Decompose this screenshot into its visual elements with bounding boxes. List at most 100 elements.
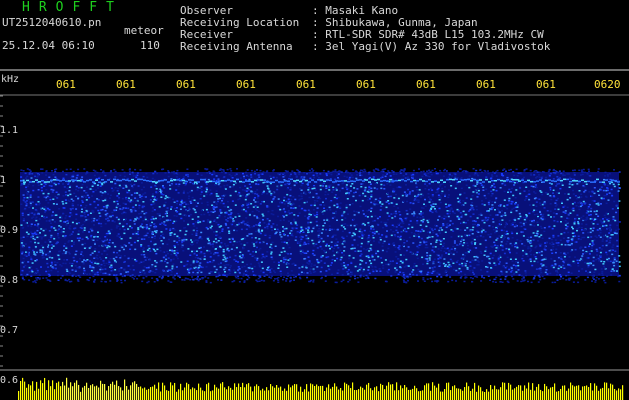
noise-pixel [189, 181, 192, 184]
noise-pixel [440, 239, 443, 242]
noise-pixel [511, 245, 514, 247]
noise-pixel [550, 183, 553, 185]
noise-pixel [539, 211, 541, 213]
noise-pixel [503, 232, 506, 235]
noise-pixel [224, 194, 227, 196]
noise-pixel [397, 207, 400, 209]
noise-pixel [439, 201, 442, 204]
noise-pixel [230, 248, 233, 250]
noise-pixel [28, 172, 31, 174]
noise-pixel [45, 199, 48, 202]
noise-pixel [130, 244, 133, 246]
noise-pixel [541, 193, 544, 196]
noise-pixel [239, 186, 242, 189]
noise-pixel [48, 256, 51, 259]
noise-pixel [217, 263, 220, 265]
noise-pixel [87, 279, 90, 282]
noise-pixel [186, 260, 189, 262]
noise-pixel [87, 210, 90, 212]
noise-pixel [606, 258, 609, 261]
noise-pixel [115, 216, 118, 219]
noise-pixel [44, 183, 47, 186]
noise-pixel [316, 196, 319, 199]
noise-pixel [402, 200, 405, 203]
noise-pixel [381, 249, 384, 252]
noise-pixel [367, 224, 370, 227]
noise-pixel [360, 183, 363, 185]
noise-pixel [171, 265, 174, 267]
noise-pixel [246, 224, 249, 226]
noise-pixel [45, 170, 48, 172]
noise-pixel [592, 243, 595, 246]
noise-pixel [153, 196, 156, 198]
noise-pixel [47, 192, 50, 195]
noise-pixel [518, 274, 521, 276]
noise-pixel [343, 241, 346, 243]
noise-pixel [323, 222, 326, 224]
noise-pixel [433, 258, 436, 260]
noise-pixel [307, 184, 309, 186]
noise-pixel [424, 183, 427, 185]
noise-pixel [279, 234, 282, 236]
noise-pixel [492, 228, 495, 231]
noise-pixel [535, 252, 538, 254]
noise-pixel [250, 233, 253, 235]
noise-pixel [323, 210, 326, 212]
noise-pixel [140, 182, 143, 184]
noise-pixel [110, 266, 113, 269]
noise-pixel [533, 197, 536, 200]
noise-pixel [362, 275, 365, 277]
noise-pixel [576, 227, 579, 230]
noise-pixel [303, 191, 306, 193]
noise-pixel [423, 241, 426, 243]
noise-pixel [204, 276, 207, 278]
noise-pixel [233, 249, 236, 251]
noise-pixel [430, 204, 433, 206]
noise-pixel [548, 169, 551, 171]
noise-pixel [548, 182, 551, 184]
noise-pixel [431, 200, 434, 203]
noise-pixel [80, 204, 82, 207]
noise-pixel [176, 272, 178, 275]
noise-pixel [164, 255, 167, 257]
noise-pixel [93, 224, 95, 226]
noise-pixel [441, 187, 444, 190]
noise-pixel [360, 242, 363, 245]
noise-pixel [417, 233, 420, 235]
noise-pixel [203, 190, 206, 192]
noise-pixel [394, 267, 397, 269]
noise-pixel [411, 177, 414, 179]
noise-pixel [578, 270, 580, 272]
noise-pixel [312, 169, 315, 172]
noise-pixel [36, 225, 39, 227]
noise-pixel [84, 272, 86, 275]
noise-pixel [388, 243, 391, 245]
noise-pixel [254, 190, 257, 193]
noise-pixel [610, 188, 613, 191]
noise-pixel [386, 212, 389, 214]
noise-pixel [537, 174, 540, 176]
noise-pixel [282, 247, 285, 249]
noise-pixel [199, 262, 202, 264]
noise-pixel [399, 186, 402, 189]
noise-pixel [332, 189, 335, 191]
noise-pixel [263, 222, 266, 224]
noise-pixel [94, 243, 96, 245]
noise-pixel [224, 260, 227, 263]
noise-pixel [106, 204, 109, 207]
noise-pixel [158, 206, 161, 208]
noise-pixel [100, 194, 103, 197]
noise-pixel [507, 238, 510, 240]
noise-pixel [191, 276, 194, 278]
noise-pixel [271, 258, 274, 260]
noise-pixel [231, 280, 234, 283]
noise-pixel [335, 187, 338, 190]
noise-pixel [50, 269, 53, 272]
noise-pixel [465, 197, 468, 199]
noise-pixel [119, 186, 122, 188]
noise-pixel [213, 219, 216, 221]
noise-pixel [419, 230, 422, 233]
noise-pixel [537, 240, 539, 242]
noise-pixel [229, 168, 232, 170]
noise-pixel [208, 250, 211, 252]
